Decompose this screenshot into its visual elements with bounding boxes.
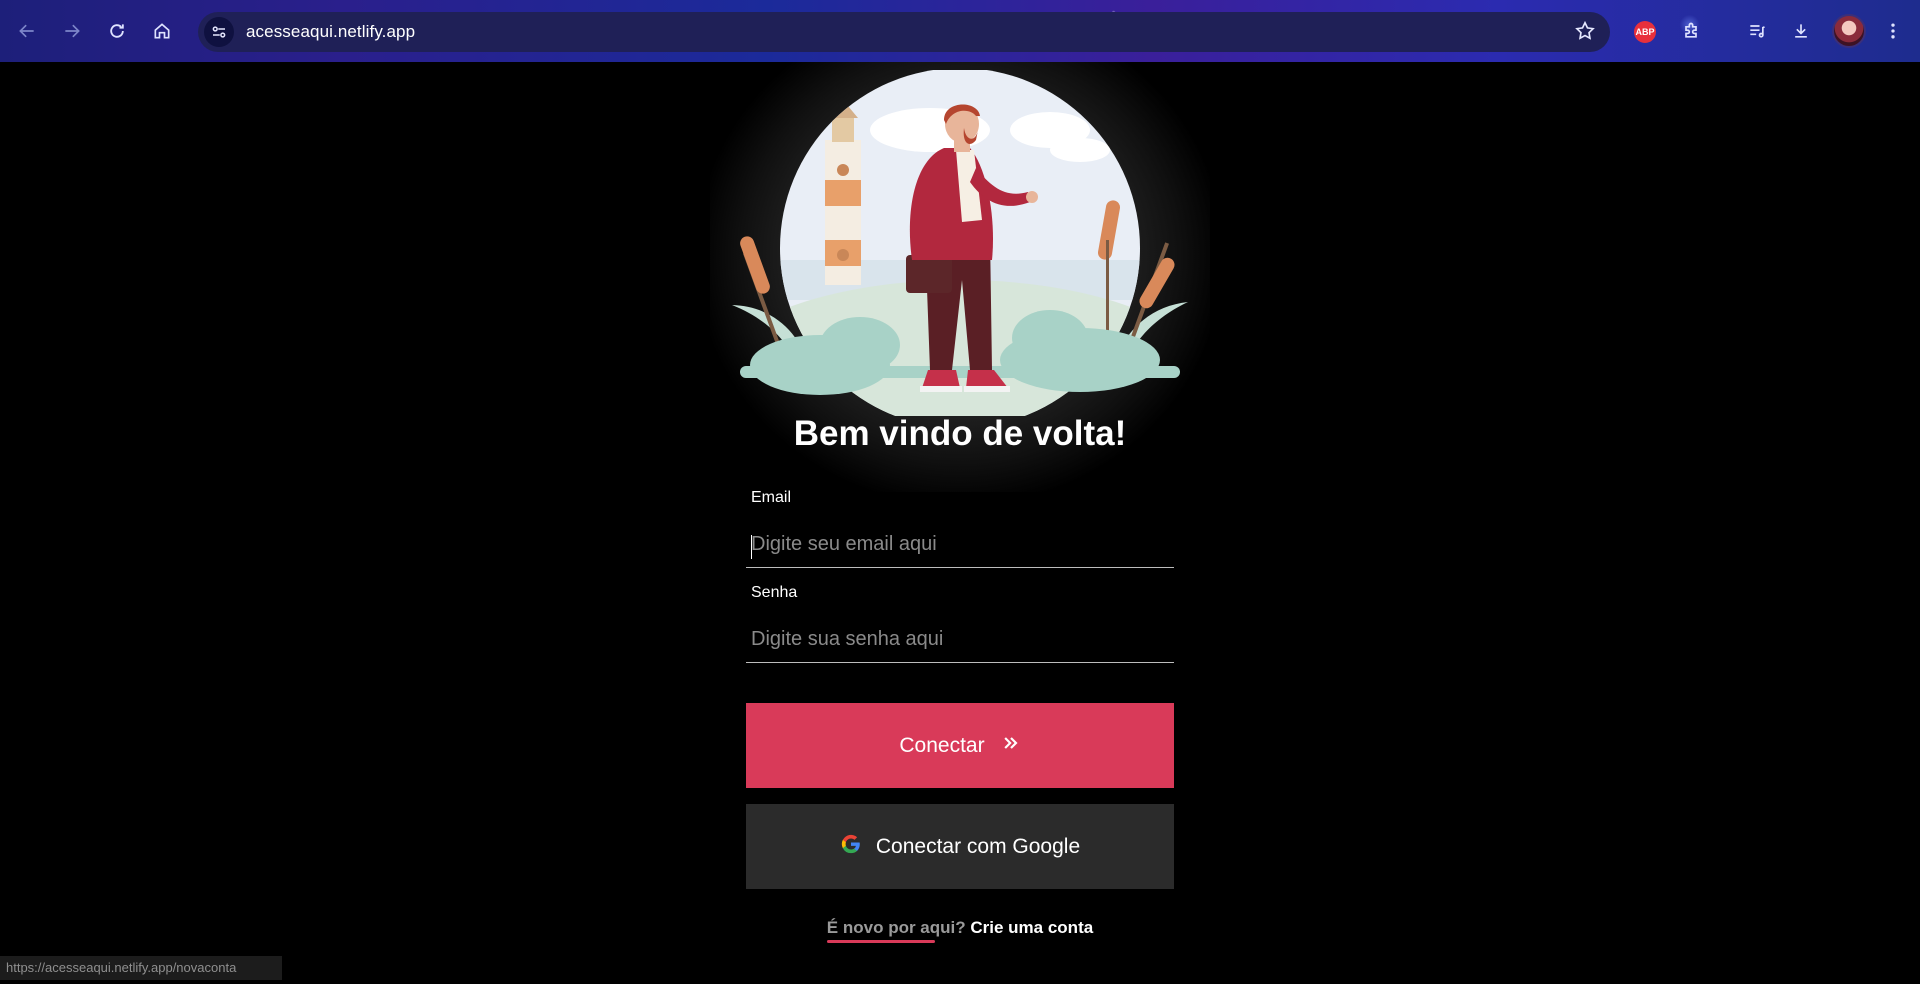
double-chevron-right-icon bbox=[1001, 733, 1021, 759]
hero-illustration bbox=[732, 70, 1188, 416]
email-field[interactable] bbox=[746, 522, 1174, 568]
google-button-label: Conectar com Google bbox=[875, 834, 1081, 858]
bookmark-star-icon[interactable] bbox=[1574, 20, 1596, 47]
extensions-icon[interactable] bbox=[1676, 16, 1706, 46]
reload-icon[interactable] bbox=[102, 16, 132, 46]
connect-button[interactable]: Conectar bbox=[746, 703, 1174, 788]
menu-icon[interactable] bbox=[1878, 16, 1908, 46]
create-account-link[interactable]: Crie uma conta bbox=[970, 918, 1093, 937]
page-title: Bem vindo de volta! bbox=[793, 414, 1127, 453]
signup-prompt: É novo por aqui? Crie uma conta bbox=[0, 918, 1920, 938]
page-content: Bem vindo de volta! Email Senha Conectar… bbox=[0, 62, 1920, 984]
site-info-icon[interactable] bbox=[204, 17, 234, 47]
connect-button-label: Conectar bbox=[899, 733, 985, 757]
google-icon bbox=[840, 833, 862, 861]
signup-question: É novo por aqui? bbox=[826, 918, 966, 937]
downloads-icon[interactable] bbox=[1786, 16, 1816, 46]
forward-icon[interactable] bbox=[57, 16, 87, 46]
media-control-icon[interactable] bbox=[1742, 16, 1772, 46]
email-label: Email bbox=[751, 489, 792, 506]
address-bar[interactable]: acesseaqui.netlify.app bbox=[198, 12, 1610, 52]
home-icon[interactable] bbox=[147, 16, 177, 46]
adblock-icon[interactable]: ABP bbox=[1634, 21, 1656, 43]
text-caret bbox=[751, 535, 752, 559]
url-text[interactable]: acesseaqui.netlify.app bbox=[246, 22, 415, 42]
back-icon[interactable] bbox=[12, 16, 42, 46]
password-label: Senha bbox=[751, 584, 798, 601]
password-field[interactable] bbox=[746, 617, 1174, 663]
status-bar-url: https://acesseaqui.netlify.app/novaconta bbox=[0, 956, 282, 980]
profile-avatar[interactable] bbox=[1832, 14, 1866, 48]
google-connect-button[interactable]: Conectar com Google bbox=[746, 804, 1174, 889]
browser-toolbar: acesseaqui.netlify.app ABP bbox=[0, 0, 1920, 62]
